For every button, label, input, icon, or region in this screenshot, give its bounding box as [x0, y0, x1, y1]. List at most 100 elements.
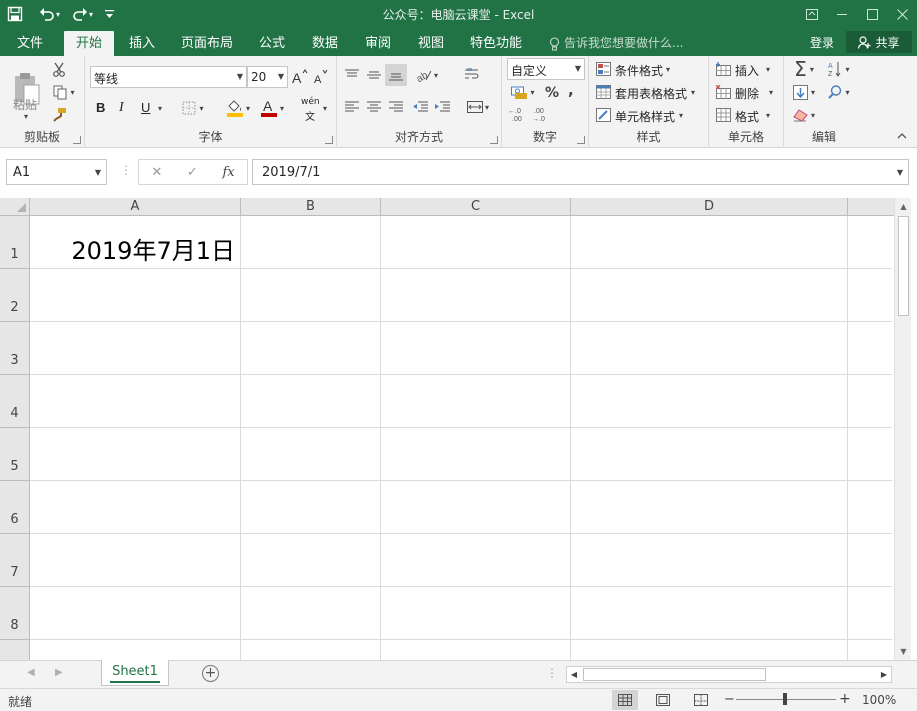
scroll-left-icon[interactable]: ◀	[567, 667, 581, 682]
cancel-entry-icon[interactable]: ✕	[151, 165, 162, 180]
row-header-3[interactable]: 3	[0, 322, 30, 375]
number-launcher-icon[interactable]	[577, 136, 585, 144]
scroll-up-icon[interactable]: ▲	[895, 198, 912, 215]
format-cells-button[interactable]: 格式	[735, 108, 759, 125]
prev-sheet-icon[interactable]: ◀	[27, 667, 35, 678]
vertical-scroll-thumb[interactable]	[898, 216, 909, 316]
align-top-icon[interactable]	[343, 66, 361, 84]
fill-icon[interactable]: ▾	[789, 82, 819, 102]
row-header-7[interactable]: 7	[0, 534, 30, 587]
next-sheet-icon[interactable]: ▶	[55, 667, 63, 678]
insert-cells-button[interactable]: 插入	[735, 62, 759, 79]
horizontal-scroll-thumb[interactable]	[583, 668, 766, 681]
increase-indent-icon[interactable]	[433, 98, 451, 116]
scroll-down-icon[interactable]: ▼	[895, 643, 912, 660]
clear-icon[interactable]: ▾	[789, 105, 819, 125]
conditional-formatting-button[interactable]: 条件格式	[615, 62, 663, 79]
format-as-table-button[interactable]: 套用表格格式	[615, 85, 687, 102]
borders-icon[interactable]: ▾	[179, 98, 207, 118]
scroll-right-icon[interactable]: ▶	[877, 667, 891, 682]
number-format-select[interactable]: 自定义 ▼	[507, 58, 585, 80]
cell-a1[interactable]: 2019年7月1日	[30, 231, 235, 266]
maximize-icon[interactable]	[857, 0, 887, 28]
copy-icon[interactable]: ▾	[50, 83, 78, 101]
tab-data[interactable]: 数据	[305, 31, 345, 56]
column-header-d[interactable]: D	[571, 198, 848, 216]
font-color-icon[interactable]: A ▾	[257, 96, 287, 120]
phonetic-guide-button[interactable]: wén	[301, 97, 320, 107]
close-icon[interactable]	[887, 0, 917, 28]
decrease-font-icon[interactable]: A	[313, 68, 329, 86]
tab-special-features[interactable]: 特色功能	[465, 31, 527, 56]
formula-input[interactable]: 2019/7/1 ▼	[252, 159, 909, 185]
tab-insert[interactable]: 插入	[122, 31, 162, 56]
align-middle-icon[interactable]	[365, 66, 383, 84]
restore-ribbon-icon[interactable]	[797, 0, 827, 28]
column-header-b[interactable]: B	[241, 198, 381, 216]
find-select-icon[interactable]: ▾	[824, 82, 854, 102]
horizontal-scrollbar[interactable]: ◀ ▶	[566, 666, 892, 683]
tab-file[interactable]: 文件	[8, 31, 52, 56]
tab-home[interactable]: 开始	[64, 31, 114, 56]
autosum-icon[interactable]: Σ ▾	[789, 57, 819, 81]
format-painter-icon[interactable]	[50, 105, 68, 123]
tab-formulas[interactable]: 公式	[252, 31, 292, 56]
row-header-2[interactable]: 2	[0, 269, 30, 322]
fill-color-icon[interactable]: ▾	[223, 96, 253, 120]
bold-button[interactable]: B	[96, 100, 105, 115]
decrease-indent-icon[interactable]	[411, 98, 429, 116]
column-header-a[interactable]: A	[30, 198, 241, 216]
font-name-select[interactable]: 等线 ▼	[90, 66, 247, 88]
comma-style-button[interactable]: ,	[568, 81, 574, 99]
row-header-6[interactable]: 6	[0, 481, 30, 534]
zoom-in-icon[interactable]: +	[839, 691, 851, 707]
row-header-4[interactable]: 4	[0, 375, 30, 428]
orientation-icon[interactable]: ab ▾	[413, 66, 441, 84]
tab-splitter-icon[interactable]: ⋮	[546, 666, 558, 680]
clipboard-launcher-icon[interactable]	[73, 136, 81, 144]
collapse-ribbon-icon[interactable]	[897, 131, 907, 142]
login-link[interactable]: 登录	[810, 31, 834, 56]
underline-button[interactable]: U	[141, 100, 150, 115]
align-center-icon[interactable]	[365, 98, 383, 116]
font-launcher-icon[interactable]	[325, 136, 333, 144]
column-header-e[interactable]	[848, 198, 894, 216]
cell-styles-button[interactable]: 单元格样式	[615, 108, 675, 125]
increase-decimal-icon[interactable]: ←.0.00	[508, 106, 526, 122]
align-bottom-icon[interactable]	[385, 64, 407, 86]
phonetic-dropdown-icon[interactable]: ▾	[323, 104, 327, 113]
minimize-icon[interactable]	[827, 0, 857, 28]
cut-icon[interactable]	[50, 60, 68, 78]
merge-center-icon[interactable]: ▾	[463, 98, 493, 116]
tab-page-layout[interactable]: 页面布局	[176, 31, 238, 56]
insert-function-icon[interactable]: fx	[222, 165, 234, 180]
zoom-level[interactable]: 100%	[862, 693, 896, 707]
underline-dropdown-icon[interactable]: ▾	[158, 104, 162, 113]
name-box[interactable]: A1 ▼	[6, 159, 107, 185]
percent-style-button[interactable]: %	[545, 85, 559, 101]
wrap-text-icon[interactable]	[463, 66, 481, 84]
delete-cells-button[interactable]: 删除	[735, 85, 759, 102]
page-break-view-icon[interactable]	[688, 690, 714, 710]
zoom-slider-thumb[interactable]	[783, 693, 787, 705]
row-header-1[interactable]: 1	[0, 216, 30, 269]
normal-view-icon[interactable]	[612, 690, 638, 710]
confirm-entry-icon[interactable]: ✓	[187, 165, 198, 180]
vertical-scrollbar[interactable]: ▲ ▼	[894, 198, 911, 660]
row-header-5[interactable]: 5	[0, 428, 30, 481]
row-header-8[interactable]: 8	[0, 587, 30, 640]
page-layout-view-icon[interactable]	[650, 690, 676, 710]
add-sheet-icon[interactable]: +	[202, 665, 219, 682]
align-left-icon[interactable]	[343, 98, 361, 116]
column-header-c[interactable]: C	[381, 198, 571, 216]
share-button[interactable]: 共享	[846, 31, 912, 53]
align-right-icon[interactable]	[387, 98, 405, 116]
zoom-out-icon[interactable]: −	[724, 692, 735, 707]
tab-review[interactable]: 审阅	[358, 31, 398, 56]
tab-view[interactable]: 视图	[411, 31, 451, 56]
sheet-tab-sheet1[interactable]: Sheet1	[101, 660, 169, 686]
sort-filter-icon[interactable]: AZ ▾	[824, 59, 854, 79]
tell-me-box[interactable]: 告诉我您想要做什么...	[549, 31, 683, 56]
italic-button[interactable]: I	[119, 100, 124, 116]
select-all-button[interactable]	[0, 198, 30, 216]
